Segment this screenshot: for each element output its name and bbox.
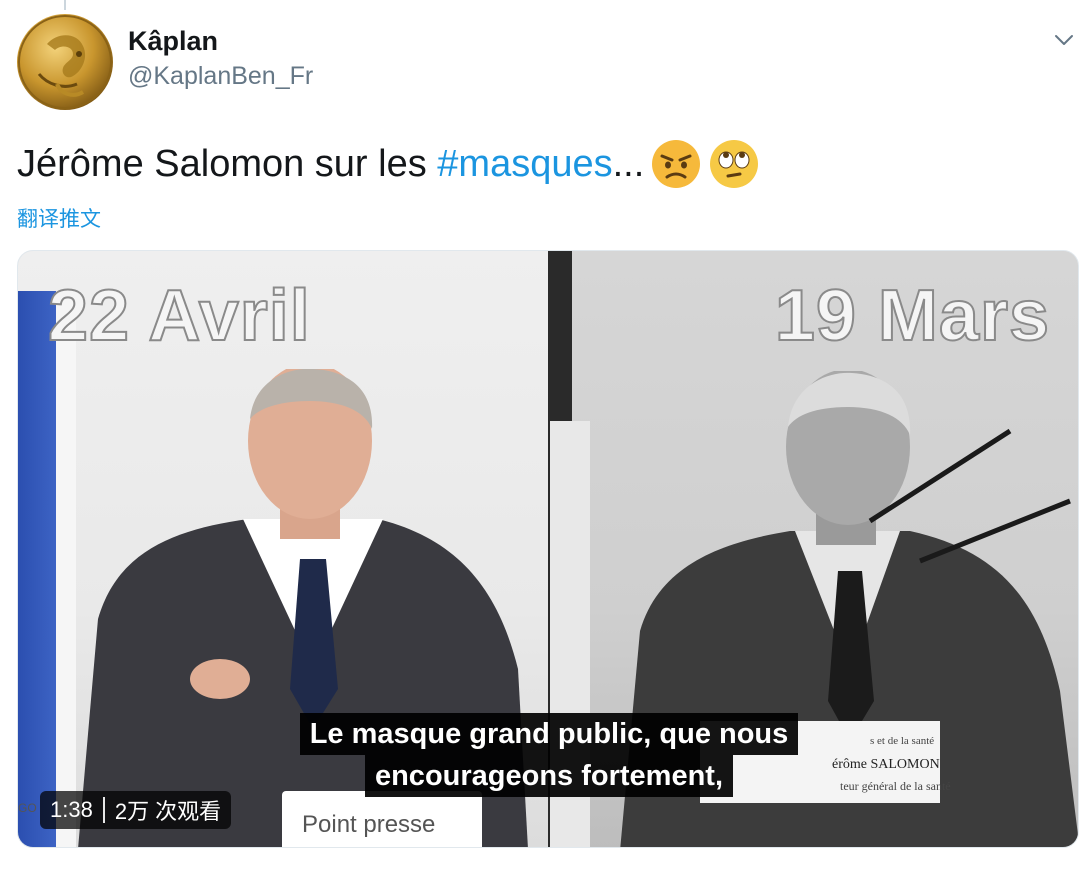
podium-sign: Point presse [282, 791, 482, 847]
author-display-name[interactable]: Kâplan [128, 26, 218, 57]
chevron-down-icon[interactable] [1052, 28, 1076, 52]
author-handle[interactable]: @KaplanBen_Fr [128, 62, 313, 91]
subtitle-line-2: encourageons fortement, [364, 755, 734, 797]
subtitle-line-1: Le masque grand public, que nous [299, 713, 799, 755]
face-with-rolling-eyes-icon [708, 138, 760, 190]
author-avatar[interactable] [17, 14, 113, 110]
angry-face-icon [650, 138, 702, 190]
video-subtitles: Le masque grand public, que nous encoura… [263, 713, 835, 797]
video-player[interactable]: Point presse GO 22 Avril s et de la sant… [17, 250, 1079, 848]
badge-separator [102, 797, 105, 823]
podium-sign-text: Point presse [302, 811, 436, 838]
video-view-count: 2万 次观看 [114, 799, 222, 824]
tweet-text-prefix: Jérôme Salomon sur les [17, 142, 438, 185]
hashtag-link[interactable]: #masques [437, 143, 612, 186]
nameplate-line-3: teur général de la santé [840, 779, 951, 793]
translate-tweet-link[interactable]: 翻译推文 [17, 203, 101, 233]
date-label-right: 19 Mars [774, 275, 1050, 357]
nameplate-line-1: s et de la santé [870, 735, 935, 747]
video-duration: 1:38 [50, 797, 93, 822]
french-flag-blue [18, 291, 56, 847]
tweet-text-suffix: ... [612, 142, 645, 185]
thread-connector-line [64, 0, 66, 10]
nameplate-line-2: érôme SALOMON [832, 757, 940, 772]
date-label-left: 22 Avril [47, 275, 311, 357]
gold-coin-icon [18, 15, 112, 109]
tweet-text: Jérôme Salomon sur les #masques ... [17, 138, 760, 190]
government-logo: GO [18, 801, 37, 815]
flag-dark-stripe [550, 251, 572, 421]
video-info-badge: 1:38 2万 次观看 [40, 791, 232, 829]
